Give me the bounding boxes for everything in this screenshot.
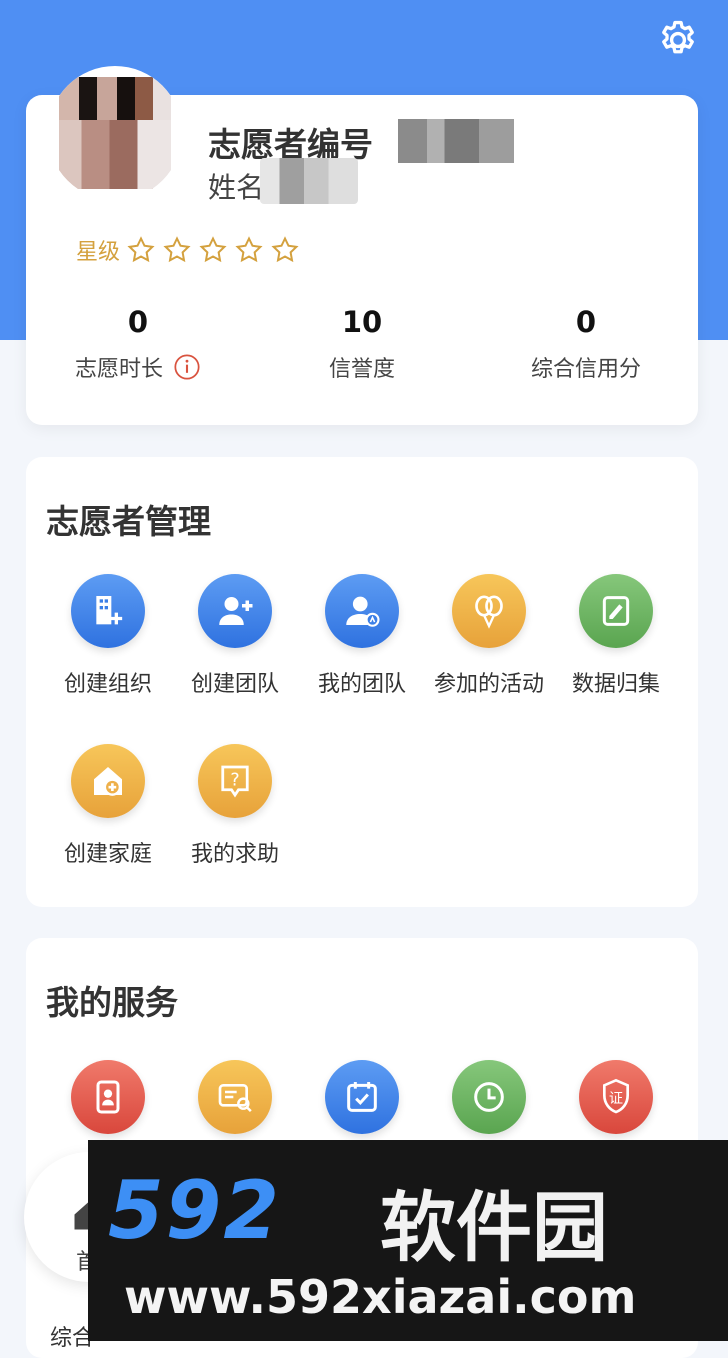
svg-text:?: ? bbox=[230, 770, 239, 790]
user-badge-icon bbox=[325, 574, 399, 648]
stat-credit-score[interactable]: 0 综合信用分 bbox=[474, 305, 698, 383]
stat-volunteer-hours[interactable]: 0 志愿时长 bbox=[26, 305, 250, 383]
watermark-url: www.592xiazai.com bbox=[124, 1270, 637, 1324]
star-outline-icon bbox=[235, 236, 263, 263]
stat-label: 信誉度 bbox=[328, 357, 395, 382]
watermark-number: 592 bbox=[108, 1164, 281, 1257]
avatar-image-pixelated bbox=[59, 77, 171, 189]
stat-credibility[interactable]: 10 信誉度 bbox=[250, 305, 474, 383]
create-organization-button[interactable]: 创建组织 bbox=[44, 574, 172, 698]
users-plus-icon bbox=[198, 574, 272, 648]
section-title: 我的服务 bbox=[46, 983, 178, 1022]
grid-label: 创建组织 bbox=[63, 672, 152, 697]
id-card-icon bbox=[71, 1060, 145, 1134]
grid-label: 参加的活动 bbox=[433, 672, 544, 697]
stat-value: 0 bbox=[127, 305, 149, 339]
edit-doc-icon bbox=[579, 574, 653, 648]
star-rating: 星级 bbox=[76, 234, 306, 266]
section-title: 志愿者管理 bbox=[46, 502, 211, 541]
grid-label: 数据归集 bbox=[571, 672, 660, 697]
create-team-button[interactable]: 创建团队 bbox=[171, 574, 299, 698]
star-outline-icon bbox=[199, 236, 227, 263]
star-rating-label: 星级 bbox=[76, 240, 121, 265]
clock-icon bbox=[452, 1060, 526, 1134]
card-search-icon bbox=[198, 1060, 272, 1134]
name-label: 姓名 bbox=[208, 171, 265, 204]
stat-label: 志愿时长 bbox=[74, 357, 163, 382]
my-team-button[interactable]: 我的团队 bbox=[298, 574, 426, 698]
watermark-banner: 592 软件园 www.592xiazai.com bbox=[88, 1140, 728, 1341]
stat-label-row: 志愿时长 bbox=[26, 351, 250, 383]
grid-label: 我的求助 bbox=[190, 842, 279, 867]
settings-gear-icon[interactable] bbox=[656, 18, 700, 62]
stats-row: 0 志愿时长 10 信誉度 0 综合信用分 bbox=[26, 305, 698, 383]
info-icon[interactable] bbox=[173, 353, 201, 381]
create-family-button[interactable]: 创建家庭 bbox=[44, 744, 172, 868]
stat-label: 综合信用分 bbox=[530, 357, 641, 382]
building-plus-icon bbox=[71, 574, 145, 648]
star-outline-icon bbox=[127, 236, 155, 263]
stat-value: 10 bbox=[341, 305, 383, 339]
volunteer-card-button[interactable] bbox=[44, 1060, 172, 1134]
question-chat-icon: ? bbox=[198, 744, 272, 818]
calendar-check-icon bbox=[325, 1060, 399, 1134]
stat-label-row: 信誉度 bbox=[250, 351, 474, 383]
clock-button[interactable] bbox=[425, 1060, 553, 1134]
certificate-icon: 证 bbox=[579, 1060, 653, 1134]
star-outline-icon bbox=[163, 236, 191, 263]
data-collection-button[interactable]: 数据归集 bbox=[552, 574, 680, 698]
volunteer-management-section: 志愿者管理 创建组织 创建团队 我的团队 参加的活动 数据归集 创建家庭 ? 我… bbox=[26, 457, 698, 907]
volunteer-id-mosaic bbox=[398, 119, 514, 163]
card-search-button[interactable] bbox=[171, 1060, 299, 1134]
avatar[interactable] bbox=[48, 66, 182, 200]
name-mosaic bbox=[260, 158, 358, 204]
calendar-check-button[interactable] bbox=[298, 1060, 426, 1134]
stat-value: 0 bbox=[575, 305, 597, 339]
grid-label: 创建家庭 bbox=[63, 842, 152, 867]
watermark-title: 软件园 bbox=[380, 1183, 608, 1272]
star-outline-icon bbox=[271, 236, 299, 263]
grid-label: 创建团队 bbox=[190, 672, 279, 697]
certificate-glyph: 证 bbox=[609, 1091, 623, 1107]
home-plus-icon bbox=[71, 744, 145, 818]
certificate-button[interactable]: 证 bbox=[552, 1060, 680, 1134]
joined-activities-button[interactable]: 参加的活动 bbox=[425, 574, 553, 698]
stat-label-row: 综合信用分 bbox=[474, 351, 698, 383]
my-help-requests-button[interactable]: ? 我的求助 bbox=[171, 744, 299, 868]
grid-label: 我的团队 bbox=[317, 672, 406, 697]
balloon-icon bbox=[452, 574, 526, 648]
